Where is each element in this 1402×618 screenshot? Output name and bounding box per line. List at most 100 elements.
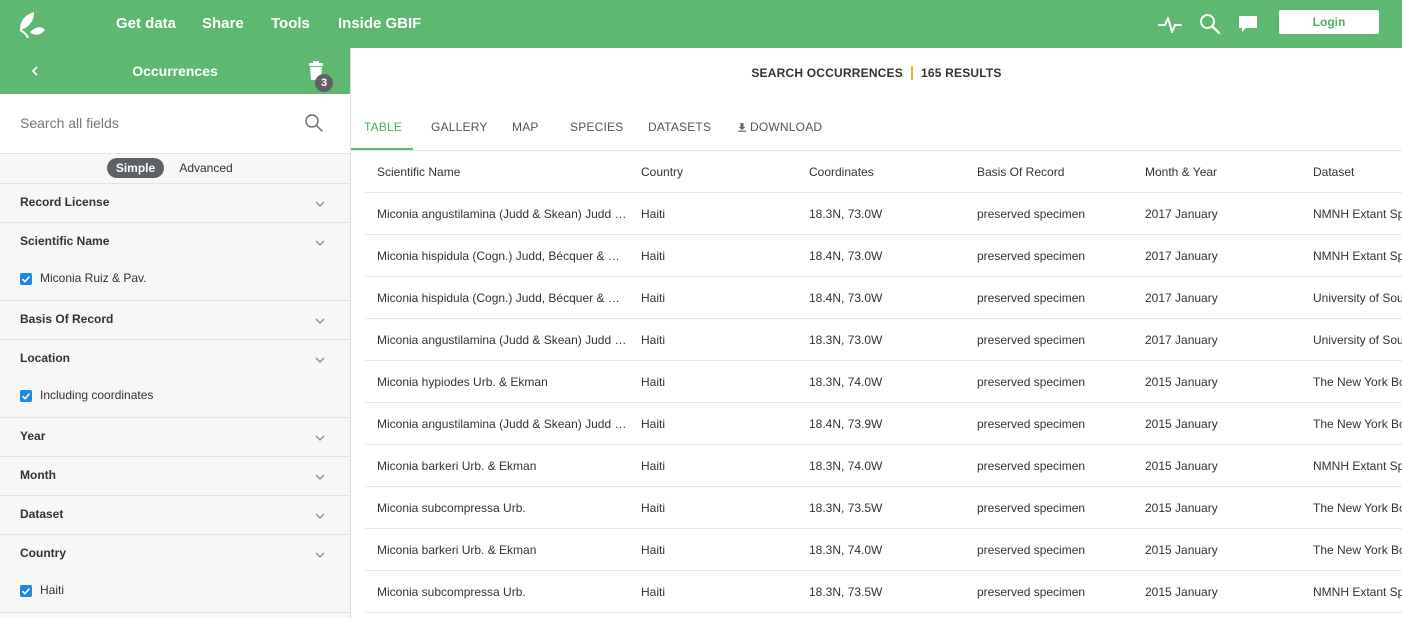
filter-basis-of-record: Basis Of Record bbox=[0, 301, 350, 340]
cell-basis-of-record: preserved specimen bbox=[965, 318, 1133, 361]
cell-basis-of-record: preserved specimen bbox=[965, 234, 1133, 277]
column-header-scientific-name[interactable]: Scientific Name bbox=[365, 151, 629, 193]
table-row[interactable]: Miconia hispidula (Cogn.) Judd, Bécquer … bbox=[365, 234, 1402, 277]
chevron-down-icon bbox=[315, 201, 325, 207]
filter-year: Year bbox=[0, 418, 350, 457]
column-header-basis-of-record[interactable]: Basis Of Record bbox=[965, 151, 1133, 193]
cell-basis-of-record: preserved specimen bbox=[965, 486, 1133, 529]
table-row[interactable]: Miconia subcompressa Urb. Haiti 18.3N, 73.… bbox=[365, 570, 1402, 613]
cell-country: Haiti bbox=[629, 570, 797, 613]
cell-scientific-name: Miconia hispidula (Cogn.) Judd, Bécquer … bbox=[365, 276, 629, 319]
top-navigation-bar: Get data Share Tools Inside GBIF Login bbox=[0, 0, 1402, 48]
tab-table[interactable]: TABLE bbox=[364, 120, 402, 134]
cell-month-year: 2017 January bbox=[1133, 318, 1301, 361]
tab-map[interactable]: MAP bbox=[512, 120, 539, 134]
nav-link-share[interactable]: Share bbox=[202, 15, 244, 32]
login-button[interactable]: Login bbox=[1279, 10, 1379, 34]
cell-country: Haiti bbox=[629, 444, 797, 487]
activity-pulse-icon[interactable] bbox=[1158, 12, 1182, 36]
column-header-coordinates[interactable]: Coordinates bbox=[797, 151, 965, 193]
cell-scientific-name: Miconia subcompressa Urb. bbox=[365, 486, 629, 529]
filter-option-label: Haiti bbox=[40, 583, 65, 597]
view-tabs: TABLE GALLERY MAP SPECIES DATASETS DOWNL… bbox=[351, 108, 1402, 150]
filter-header[interactable]: Dataset bbox=[0, 496, 350, 534]
cell-dataset: NMNH Extant Specimen Records bbox=[1301, 444, 1402, 487]
table-row[interactable]: Miconia hispidula (Cogn.) Judd, Bécquer … bbox=[365, 276, 1402, 319]
column-header-dataset[interactable]: Dataset bbox=[1301, 151, 1402, 193]
filter-header[interactable]: Location bbox=[0, 340, 350, 378]
occurrence-table: Scientific Name Country Coordinates Basi… bbox=[365, 151, 1402, 613]
cell-month-year: 2015 January bbox=[1133, 486, 1301, 529]
cell-country: Haiti bbox=[629, 234, 797, 277]
cell-coordinates: 18.3N, 73.0W bbox=[797, 318, 965, 361]
search-icon[interactable] bbox=[304, 113, 324, 133]
filter-month: Month bbox=[0, 457, 350, 496]
column-header-month-year[interactable]: Month & Year bbox=[1133, 151, 1301, 193]
cell-coordinates: 18.4N, 73.9W bbox=[797, 402, 965, 445]
advanced-mode-button[interactable]: Advanced bbox=[172, 158, 240, 178]
cell-dataset: The New York Botanical Garden bbox=[1301, 486, 1402, 529]
separator bbox=[910, 66, 913, 80]
tab-gallery[interactable]: GALLERY bbox=[431, 120, 488, 134]
filter-header[interactable]: Basis Of Record bbox=[0, 301, 350, 339]
tab-datasets[interactable]: DATASETS bbox=[648, 120, 711, 134]
gbif-logo-icon[interactable] bbox=[16, 10, 46, 38]
tab-download[interactable]: DOWNLOAD bbox=[737, 120, 822, 134]
sidebar-header: Occurrences 3 bbox=[0, 48, 350, 94]
cell-dataset: The New York Botanical Garden bbox=[1301, 360, 1402, 403]
table-row[interactable]: Miconia hypiodes Urb. & Ekman Haiti 18.3N,… bbox=[365, 360, 1402, 403]
cell-dataset: University of South Florida bbox=[1301, 276, 1402, 319]
column-header-country[interactable]: Country bbox=[629, 151, 797, 193]
tab-species[interactable]: SPECIES bbox=[570, 120, 623, 134]
filter-header[interactable]: Record License bbox=[0, 184, 350, 222]
chevron-down-icon bbox=[315, 474, 325, 480]
results-count: 165 RESULTS bbox=[920, 66, 1002, 80]
checkbox-checked[interactable] bbox=[20, 585, 32, 597]
filter-header[interactable]: Month bbox=[0, 457, 350, 495]
cell-month-year: 2017 January bbox=[1133, 276, 1301, 319]
search-icon[interactable] bbox=[1198, 12, 1222, 36]
chevron-down-icon bbox=[315, 552, 325, 558]
table-row[interactable]: Miconia barkeri Urb. & Ekman Haiti 18.3N, … bbox=[365, 444, 1402, 487]
search-occurrences-label: SEARCH OCCURRENCES bbox=[751, 66, 903, 80]
cell-month-year: 2015 January bbox=[1133, 402, 1301, 445]
filter-location: Location Including coordinates bbox=[0, 340, 350, 418]
cell-scientific-name: Miconia hispidula (Cogn.) Judd, Bécquer … bbox=[365, 234, 629, 277]
cell-country: Haiti bbox=[629, 528, 797, 571]
sidebar-title: Occurrences bbox=[132, 63, 218, 79]
table-row[interactable]: Miconia angustilamina (Judd & Skean) Jud… bbox=[365, 318, 1402, 361]
nav-link-inside-gbif[interactable]: Inside GBIF bbox=[338, 15, 421, 32]
chevron-down-icon bbox=[315, 513, 325, 519]
cell-scientific-name: Miconia barkeri Urb. & Ekman bbox=[365, 528, 629, 571]
filter-header[interactable]: Year bbox=[0, 418, 350, 456]
filter-option-label: Including coordinates bbox=[40, 388, 154, 402]
table-header-row: Scientific Name Country Coordinates Basi… bbox=[365, 151, 1402, 193]
search-mode-toggle: Simple Advanced bbox=[0, 153, 350, 184]
filter-label: Scientific Name bbox=[20, 234, 110, 248]
table-row[interactable]: Miconia angustilamina (Judd & Skean) Jud… bbox=[365, 402, 1402, 445]
cell-country: Haiti bbox=[629, 318, 797, 361]
search-all-fields-input[interactable] bbox=[20, 112, 290, 134]
nav-link-tools[interactable]: Tools bbox=[271, 15, 310, 32]
table-row[interactable]: Miconia subcompressa Urb. Haiti 18.3N, 73.… bbox=[365, 486, 1402, 529]
chevron-down-icon bbox=[315, 435, 325, 441]
simple-mode-button[interactable]: Simple bbox=[107, 158, 164, 178]
filter-header[interactable]: Country bbox=[0, 535, 350, 573]
filter-label: Dataset bbox=[20, 507, 64, 521]
cell-dataset: NMNH Extant Specimen Records bbox=[1301, 570, 1402, 613]
results-summary: SEARCH OCCURRENCES 165 RESULTS bbox=[351, 66, 1402, 80]
cell-country: Haiti bbox=[629, 402, 797, 445]
filter-label: Country bbox=[20, 546, 66, 560]
filter-header[interactable]: Scientific Name bbox=[0, 223, 350, 261]
cell-coordinates: 18.3N, 74.0W bbox=[797, 528, 965, 571]
checkbox-checked[interactable] bbox=[20, 390, 32, 402]
table-row[interactable]: Miconia angustilamina (Judd & Skean) Jud… bbox=[365, 192, 1402, 235]
tab-download-label: DOWNLOAD bbox=[750, 120, 823, 134]
cell-basis-of-record: preserved specimen bbox=[965, 276, 1133, 319]
filter-count-badge: 3 bbox=[315, 74, 333, 92]
download-icon bbox=[738, 123, 746, 132]
nav-link-get-data[interactable]: Get data bbox=[116, 15, 176, 32]
feedback-chat-icon[interactable] bbox=[1236, 12, 1260, 36]
table-row[interactable]: Miconia barkeri Urb. & Ekman Haiti 18.3N, … bbox=[365, 528, 1402, 571]
checkbox-checked[interactable] bbox=[20, 273, 32, 285]
